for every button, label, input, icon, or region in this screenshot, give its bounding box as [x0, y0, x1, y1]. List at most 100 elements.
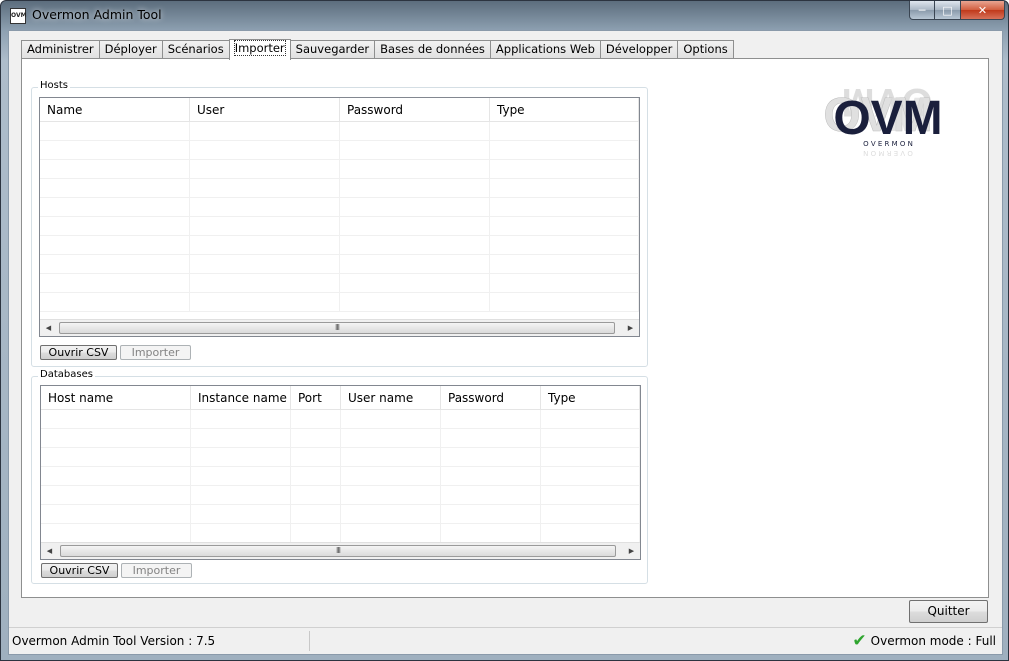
table-cell	[541, 410, 640, 428]
table-cell	[340, 160, 490, 178]
column-header[interactable]: Name	[40, 98, 190, 121]
hosts-open-csv-button[interactable]: Ouvrir CSV	[40, 345, 117, 360]
table-cell	[190, 274, 340, 292]
tab-déployer[interactable]: Déployer	[98, 40, 163, 59]
table-cell	[40, 179, 190, 197]
table-cell	[441, 410, 541, 428]
databases-open-csv-button[interactable]: Ouvrir CSV	[41, 563, 118, 578]
table-cell	[190, 217, 340, 235]
table-cell	[441, 486, 541, 504]
table-cell	[490, 274, 639, 292]
maximize-icon: □	[942, 3, 953, 17]
table-cell	[340, 236, 490, 254]
databases-horizontal-scrollbar[interactable]: ◀ III ▶	[41, 542, 640, 559]
table-row[interactable]	[41, 429, 640, 448]
databases-grid[interactable]: Host name Instance name Port User name Passw…	[40, 385, 641, 560]
tab-administrer[interactable]: Administrer	[21, 40, 100, 59]
column-header[interactable]: Type	[490, 98, 639, 121]
table-row[interactable]	[40, 217, 639, 236]
table-row[interactable]	[41, 486, 640, 505]
table-cell	[441, 467, 541, 485]
arrow-right-icon[interactable]: ▶	[622, 320, 639, 336]
logo-text: OVM	[833, 92, 942, 145]
databases-scroll-thumb[interactable]: III	[60, 545, 616, 557]
table-cell	[191, 505, 291, 523]
minimize-icon: ─	[918, 3, 926, 17]
maximize-button[interactable]: □	[935, 1, 961, 20]
close-button[interactable]: ✕	[961, 1, 1005, 20]
tab-développer[interactable]: Développer	[599, 40, 679, 59]
table-cell	[341, 448, 441, 466]
column-header[interactable]: User name	[341, 386, 441, 409]
hosts-scroll-thumb[interactable]: III	[59, 322, 615, 334]
table-cell	[191, 448, 291, 466]
tab-options[interactable]: Options	[677, 40, 734, 59]
arrow-right-icon[interactable]: ▶	[623, 543, 640, 559]
minimize-button[interactable]: ─	[909, 1, 935, 20]
table-cell	[341, 429, 441, 447]
table-row[interactable]	[41, 410, 640, 429]
tab-label: Options	[683, 42, 728, 56]
close-icon: ✕	[977, 3, 988, 17]
table-cell	[40, 274, 190, 292]
table-row[interactable]	[40, 179, 639, 198]
table-cell	[340, 274, 490, 292]
table-cell	[490, 255, 639, 273]
table-row[interactable]	[40, 274, 639, 293]
title-bar[interactable]: OVM Overmon Admin Tool ─ □ ✕	[1, 1, 1008, 29]
arrow-left-icon[interactable]: ◀	[40, 320, 57, 336]
table-row[interactable]	[41, 524, 640, 543]
table-cell	[291, 524, 341, 542]
table-cell	[441, 429, 541, 447]
tab-applications-web[interactable]: Applications Web	[489, 40, 601, 59]
table-row[interactable]	[40, 122, 639, 141]
tab-sauvegarder[interactable]: Sauvegarder	[289, 40, 376, 59]
table-cell	[441, 505, 541, 523]
tab-importer[interactable]: Importer	[228, 39, 291, 60]
table-cell	[340, 255, 490, 273]
table-row[interactable]	[40, 141, 639, 160]
column-header[interactable]: Port	[291, 386, 341, 409]
table-cell	[40, 293, 190, 311]
table-row[interactable]	[40, 160, 639, 179]
table-cell	[490, 198, 639, 216]
column-header[interactable]: Type	[541, 386, 640, 409]
column-header[interactable]: Password	[441, 386, 541, 409]
hosts-grid[interactable]: Name User Password Type ◀ III ▶	[39, 97, 640, 337]
table-row[interactable]	[41, 505, 640, 524]
quit-button[interactable]: Quitter	[909, 600, 988, 623]
table-cell	[341, 486, 441, 504]
status-mode: ✔ Overmon mode : Full	[852, 631, 996, 651]
table-cell	[191, 524, 291, 542]
hosts-import-button[interactable]: Importer	[120, 345, 191, 360]
importer-tab-panel: Hosts Name User Password Type ◀ III ▶ Ouvri…	[21, 58, 989, 598]
arrow-left-icon[interactable]: ◀	[41, 543, 58, 559]
tab-label: Développer	[605, 42, 673, 56]
table-row[interactable]	[41, 467, 640, 486]
table-row[interactable]	[40, 198, 639, 217]
table-cell	[40, 236, 190, 254]
tab-strip: Administrer Déployer Scénarios Importer Sauv…	[21, 39, 734, 60]
databases-import-button[interactable]: Importer	[121, 563, 192, 578]
table-cell	[340, 217, 490, 235]
table-row[interactable]	[40, 255, 639, 274]
table-cell	[191, 429, 291, 447]
column-header[interactable]: Password	[340, 98, 490, 121]
tab-bases-de-données[interactable]: Bases de données	[374, 40, 491, 59]
table-row[interactable]	[40, 236, 639, 255]
hosts-horizontal-scrollbar[interactable]: ◀ III ▶	[40, 319, 639, 336]
table-cell	[191, 410, 291, 428]
column-header[interactable]: User	[190, 98, 340, 121]
table-cell	[190, 179, 340, 197]
column-header[interactable]: Instance name	[191, 386, 291, 409]
table-cell	[291, 448, 341, 466]
column-header[interactable]: Host name	[41, 386, 191, 409]
table-cell	[541, 429, 640, 447]
tab-scénarios[interactable]: Scénarios	[161, 40, 230, 59]
tab-label: Importer	[233, 40, 286, 56]
table-cell	[291, 410, 341, 428]
table-row[interactable]	[40, 293, 639, 312]
table-cell	[190, 255, 340, 273]
table-cell	[340, 179, 490, 197]
table-row[interactable]	[41, 448, 640, 467]
